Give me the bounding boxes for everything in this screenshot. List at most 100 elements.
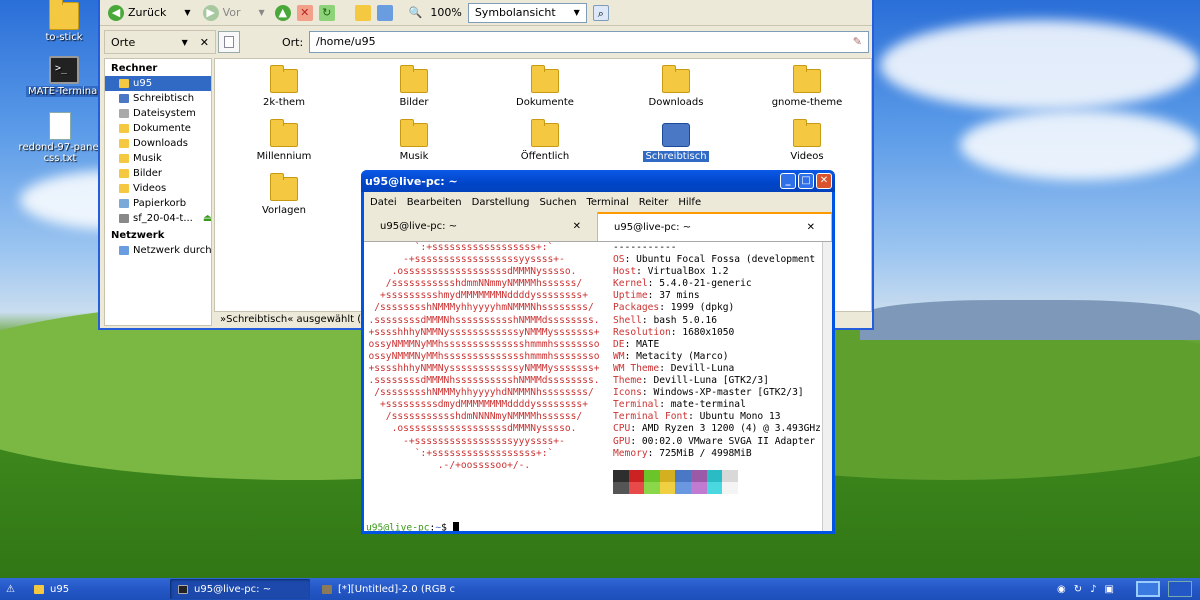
- file-label: 2k-them: [263, 97, 305, 108]
- taskbar-item-gimp[interactable]: [*][Untitled]-2.0 (RGB c...: [314, 579, 456, 599]
- vertical-scrollbar[interactable]: [822, 242, 832, 531]
- cloud: [960, 110, 1200, 180]
- file-item-gnome-theme[interactable]: gnome-theme: [752, 65, 862, 108]
- sidebar-item-label: Bilder: [133, 168, 163, 179]
- menu-darstellung[interactable]: Darstellung: [472, 197, 530, 208]
- sidebar-item-bilder[interactable]: Bilder: [105, 166, 211, 181]
- info-key: Memory: [613, 447, 648, 459]
- view-mode-select[interactable]: Symbolansicht ▼: [467, 2, 587, 23]
- taskbar-item-label: [*][Untitled]-2.0 (RGB c...: [338, 583, 456, 595]
- ascii-line: .ossssssssssssssssssdMMMNysssso.: [391, 423, 577, 435]
- start-button[interactable]: ⚠: [0, 579, 22, 599]
- zoom-button[interactable]: 🔍 100%: [409, 6, 462, 19]
- keyboard-icon[interactable]: ▣: [1105, 584, 1114, 595]
- info-row: Terminal Font: Ubuntu Mono 13: [613, 411, 821, 423]
- toggle-path-button[interactable]: [218, 31, 240, 53]
- terminal-titlebar[interactable]: u95@live-pc: ~ _ □ ✕: [361, 170, 835, 192]
- minimize-button[interactable]: _: [780, 173, 796, 189]
- sidebar-item-dateisystem[interactable]: Dateisystem: [105, 106, 211, 121]
- close-button[interactable]: ✕: [816, 173, 832, 189]
- ascii-line: /ssssssssssshdmmNNmmyNMMMMhssssss/: [385, 278, 583, 290]
- desktop-icon-css-file[interactable]: redond-97-panel css.txt: [14, 112, 106, 164]
- menu-reiter[interactable]: Reiter: [639, 197, 669, 208]
- sidebar-item-dokumente[interactable]: Dokumente: [105, 121, 211, 136]
- update-icon[interactable]: ↻: [1074, 584, 1082, 595]
- menu-suchen[interactable]: Suchen: [539, 197, 576, 208]
- file-item-oeffentlich[interactable]: Öffentlich: [490, 119, 600, 162]
- file-item-videos[interactable]: Videos: [752, 119, 862, 162]
- templates-folder-icon: [270, 173, 298, 201]
- search-button[interactable]: ⌕: [592, 4, 609, 21]
- close-icon[interactable]: ✕: [200, 36, 209, 49]
- sidebar-item-videos[interactable]: Videos: [105, 181, 211, 196]
- sidebar-item-schreibtisch[interactable]: Schreibtisch: [105, 91, 211, 106]
- palette-swatch: [675, 470, 691, 482]
- workspace-2[interactable]: [1168, 581, 1192, 597]
- sidebar-item-u95[interactable]: u95: [105, 76, 211, 91]
- home-icon: [34, 584, 44, 594]
- close-tab-icon[interactable]: ✕: [807, 222, 815, 233]
- info-value: : Ubuntu Mono 13: [688, 411, 781, 423]
- back-button[interactable]: ◀ Zurück ▼: [108, 4, 191, 21]
- volume-icon[interactable]: ♪: [1090, 584, 1096, 595]
- file-item-schreibtisch[interactable]: Schreibtisch: [621, 123, 731, 162]
- file-item-bilder[interactable]: Bilder: [359, 65, 469, 108]
- taskbar-item-u95[interactable]: u95: [26, 579, 166, 599]
- menu-hilfe[interactable]: Hilfe: [678, 197, 701, 208]
- terminal-output[interactable]: `:+ssssssssssssssssss+:` -+ssssssssssssss…: [364, 242, 822, 531]
- info-value: : VirtualBox 1.2: [636, 266, 729, 278]
- workspace-switcher[interactable]: [1136, 581, 1160, 597]
- location-input[interactable]: /home/u95 ✎: [309, 31, 869, 53]
- home-button[interactable]: [354, 4, 371, 21]
- clear-icon[interactable]: ✎: [853, 35, 862, 48]
- ascii-line: .-/+oossssoo+/-.: [437, 459, 531, 471]
- sidebar-item-papierkorb[interactable]: Papierkorb: [105, 196, 211, 211]
- ascii-line: +sssshhhyNMMNyssssssssssssyNMMMysssssss+: [368, 362, 600, 374]
- taskbar-item-label: u95@live-pc: ~: [194, 583, 272, 595]
- palette-swatch: [613, 470, 629, 482]
- close-tab-icon[interactable]: ✕: [573, 221, 581, 232]
- eject-icon[interactable]: ⏏: [203, 213, 211, 224]
- sidebar-selector-label: Orte: [111, 35, 136, 49]
- taskbar-item-terminal[interactable]: u95@live-pc: ~: [170, 579, 310, 599]
- sidebar-item-musik[interactable]: Musik: [105, 151, 211, 166]
- maximize-button[interactable]: □: [798, 173, 814, 189]
- palette-swatch: [706, 482, 723, 494]
- sidebar: Rechner u95 Schreibtisch Dateisystem Dok…: [104, 58, 212, 326]
- info-value: : 5.4.0-21-generic: [647, 278, 752, 290]
- sidebar-item-label: Netzwerk durch...: [133, 245, 211, 256]
- music-folder-icon: [119, 154, 129, 163]
- file-item-millennium[interactable]: Millennium: [229, 119, 339, 162]
- file-item-vorlagen[interactable]: Vorlagen: [229, 173, 339, 216]
- info-key: Host: [613, 266, 637, 278]
- menu-terminal[interactable]: Terminal: [586, 197, 628, 208]
- file-item-musik[interactable]: Musik: [359, 119, 469, 162]
- sidebar-item-network[interactable]: Netzwerk durch...: [105, 243, 211, 258]
- tab-2[interactable]: u95@live-pc: ~ ✕: [598, 212, 832, 241]
- menu-datei[interactable]: Datei: [370, 197, 397, 208]
- forward-button[interactable]: ▶ Vor ▼: [202, 4, 265, 21]
- ascii-line: `:+ssssssssssssssssss+:`: [414, 447, 554, 459]
- up-button[interactable]: ▲: [274, 4, 291, 21]
- sidebar-item-shared-folder[interactable]: sf_20-04-t... ⏏: [105, 211, 211, 226]
- file-label: Öffentlich: [520, 151, 570, 162]
- network-status-icon[interactable]: ◉: [1057, 584, 1066, 595]
- chevron-down-icon[interactable]: ▼: [184, 8, 190, 17]
- tab-1[interactable]: u95@live-pc: ~ ✕: [364, 212, 598, 241]
- info-row: GPU: 00:02.0 VMware SVGA II Adapter: [613, 436, 821, 448]
- stop-button[interactable]: ✕: [296, 4, 313, 21]
- reload-button[interactable]: ↻: [318, 4, 335, 21]
- file-item-dokumente[interactable]: Dokumente: [490, 65, 600, 108]
- sidebar-item-downloads[interactable]: Downloads: [105, 136, 211, 151]
- file-item-2k-them[interactable]: 2k-them: [229, 65, 339, 108]
- computer-button[interactable]: [376, 4, 393, 21]
- sidebar-selector[interactable]: Orte ▼ ✕: [104, 30, 216, 54]
- chevron-down-icon[interactable]: ▼: [259, 8, 265, 17]
- window-title: u95@live-pc: ~: [365, 174, 458, 188]
- menu-bearbeiten[interactable]: Bearbeiten: [407, 197, 462, 208]
- info-key: Kernel: [613, 278, 648, 290]
- ascii-line: -+sssssssssssssssssyyyssss+-: [403, 435, 565, 447]
- file-item-downloads[interactable]: Downloads: [621, 65, 731, 108]
- terminal-icon: [178, 584, 188, 594]
- cloud: [880, 20, 1200, 110]
